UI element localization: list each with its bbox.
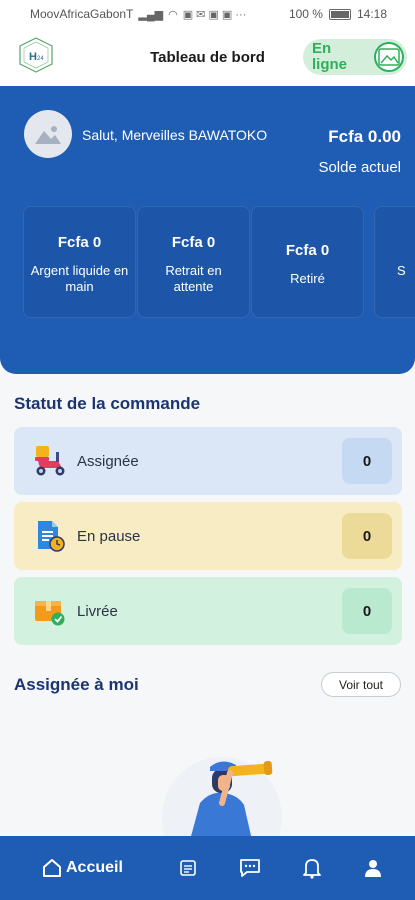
status-bar: MoovAfricaGabonT ▂▄▆ ◠ ▣ ✉ ▣ ▣ ··· 100 %… (0, 0, 415, 28)
battery-icon (328, 8, 351, 20)
carrier-name: MoovAfricaGabonT (30, 7, 134, 21)
status-row-assigned[interactable]: Assignée 0 (14, 427, 402, 495)
status-label: En pause (77, 528, 141, 545)
scooter-icon (32, 444, 68, 478)
orders-icon (180, 860, 196, 876)
clock: 14:18 (356, 7, 387, 21)
card-partial[interactable]: S (374, 206, 415, 318)
card-pending-withdrawal[interactable]: Fcfa 0 Retrait en attente (137, 206, 250, 318)
card-value: Fcfa 0 (171, 234, 216, 251)
status-label: Assignée (77, 453, 139, 470)
see-all-button[interactable]: Voir tout (321, 672, 401, 697)
chat-icon (240, 859, 260, 877)
package-check-icon (32, 594, 68, 628)
nav-home[interactable]: Accueil (42, 854, 123, 882)
wifi-icon: ◠ (168, 8, 178, 21)
balance-panel: Salut, Merveilles BAWATOKO Fcfa 0.00 Sol… (0, 86, 415, 374)
online-toggle[interactable]: En ligne (303, 39, 407, 75)
order-status-title: Statut de la commande (14, 394, 201, 413)
profile-icon (365, 860, 381, 877)
document-clock-icon (32, 519, 68, 553)
avatar[interactable] (24, 110, 72, 158)
greeting-text: Salut, Merveilles BAWATOKO (82, 127, 268, 143)
nav-notifications[interactable] (302, 854, 322, 882)
nav-profile[interactable] (364, 854, 382, 882)
status-count: 0 (342, 513, 392, 559)
status-row-delivered[interactable]: Livrée 0 (14, 577, 402, 645)
assigned-title: Assignée à moi (14, 675, 139, 694)
status-row-paused[interactable]: En pause 0 (14, 502, 402, 570)
bottom-nav: Accueil (0, 836, 415, 900)
current-balance: Fcfa 0.00 (328, 127, 401, 146)
card-cash-in-hand[interactable]: Fcfa 0 Argent liquide en main (23, 206, 136, 318)
app-header: H 24 Tableau de bord En ligne (0, 28, 415, 86)
nav-orders[interactable] (178, 854, 198, 882)
bell-icon (303, 859, 321, 879)
card-label: Retrait en attente (165, 263, 222, 294)
home-icon (43, 859, 61, 877)
balance-label: Solde actuel (318, 159, 401, 176)
status-count: 0 (342, 438, 392, 484)
card-label: Retiré (290, 271, 325, 286)
card-label: S (397, 263, 406, 278)
image-placeholder-icon (374, 42, 404, 72)
notification-icons: ▣ ✉ ▣ ▣ ··· (182, 8, 247, 21)
status-count: 0 (342, 588, 392, 634)
nav-home-label: Accueil (66, 859, 123, 876)
online-status-label: En ligne (312, 40, 348, 73)
signal-icon: ▂▄▆ (138, 8, 164, 21)
status-label: Livrée (77, 603, 118, 620)
card-value: Fcfa 0 (285, 242, 330, 259)
empty-state-illustration (152, 745, 292, 877)
card-value: Fcfa 0 (57, 234, 102, 251)
card-withdrawn[interactable]: Fcfa 0 Retiré (251, 206, 364, 318)
image-placeholder-icon (35, 126, 61, 144)
nav-messages[interactable] (239, 854, 261, 882)
wallet-cards[interactable]: Fcfa 0 Argent liquide en main Fcfa 0 Ret… (0, 206, 415, 318)
card-label: Argent liquide en main (30, 263, 129, 294)
battery-percent: 100 % (288, 7, 323, 21)
